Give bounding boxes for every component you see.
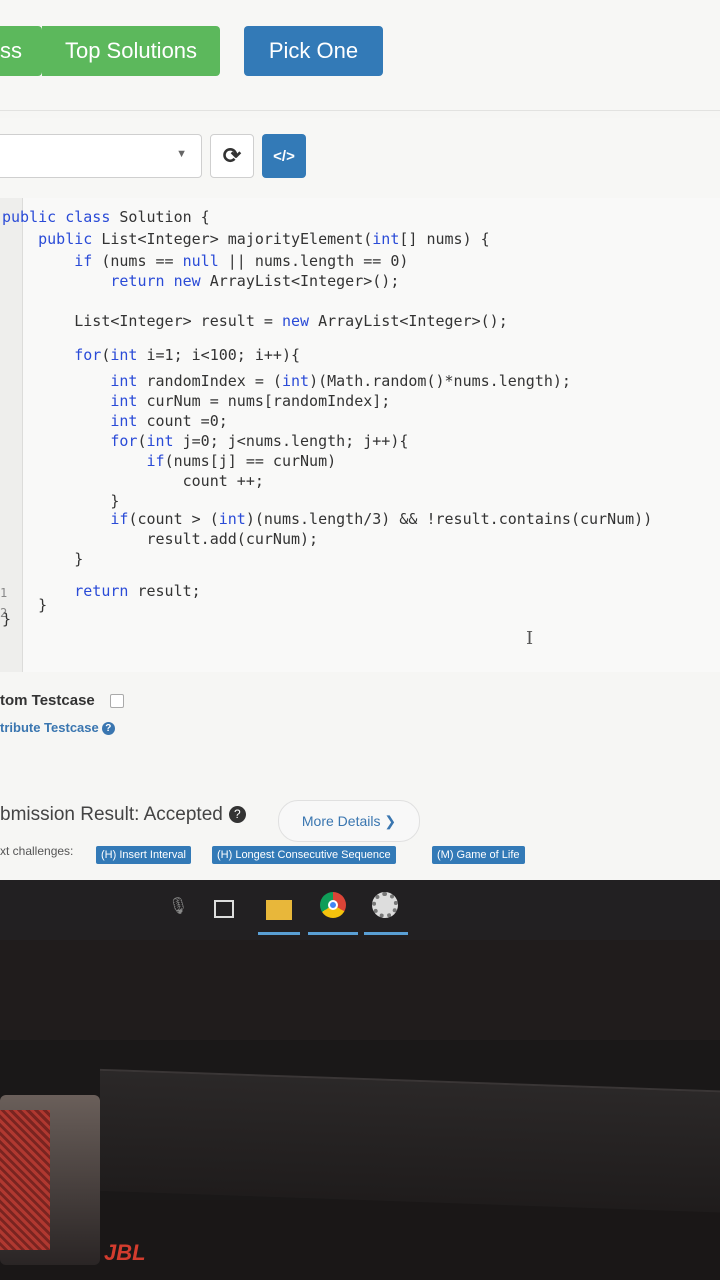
- partial-green-button[interactable]: ss: [0, 26, 42, 76]
- contribute-testcase-label: tribute Testcase: [0, 720, 99, 735]
- code-line[interactable]: result.add(curNum);: [2, 530, 318, 548]
- help-icon[interactable]: ?: [101, 722, 115, 736]
- language-select[interactable]: ▼: [0, 134, 202, 178]
- speaker-bar: [100, 1068, 720, 1214]
- active-app-indicator: [364, 932, 408, 935]
- code-line[interactable]: if(count > (int)(nums.length/3) && !resu…: [2, 510, 652, 528]
- active-app-indicator: [308, 932, 358, 935]
- code-line[interactable]: int randomIndex = (int)(Math.random()*nu…: [2, 372, 571, 390]
- challenge-tag[interactable]: (H) Longest Consecutive Sequence: [212, 846, 396, 864]
- code-line[interactable]: for(int j=0; j<nums.length; j++){: [2, 432, 408, 450]
- submission-result-text: bmission Result: Accepted: [0, 804, 223, 825]
- jbl-logo: JBL: [104, 1240, 146, 1265]
- code-line[interactable]: for(int i=1; i<100; i++){: [2, 346, 300, 364]
- help-icon[interactable]: ?: [228, 806, 246, 824]
- code-editor[interactable]: 1 2 public class Solution { public List<…: [0, 198, 720, 672]
- code-line[interactable]: int curNum = nums[randomIndex];: [2, 392, 390, 410]
- code-line[interactable]: count ++;: [2, 472, 264, 490]
- monitor-screen: ss Top Solutions Pick One ▼ ⟳ </> 1 2 pu…: [0, 0, 720, 880]
- chrome-icon[interactable]: [320, 892, 346, 918]
- code-line[interactable]: public class Solution {: [2, 208, 210, 226]
- folder-icon[interactable]: [266, 900, 292, 920]
- next-challenges-label: xt challenges:: [0, 844, 74, 858]
- code-line[interactable]: if(nums[j] == curNum): [2, 452, 337, 470]
- code-line[interactable]: }: [2, 550, 83, 568]
- refresh-icon: ⟳: [222, 143, 242, 168]
- code-line[interactable]: }: [2, 492, 119, 510]
- code-line[interactable]: int count =0;: [2, 412, 227, 430]
- refresh-button[interactable]: ⟳: [210, 134, 254, 178]
- code-line[interactable]: if (nums == null || nums.length == 0): [2, 252, 408, 270]
- code-line[interactable]: }: [2, 610, 11, 628]
- os-taskbar: 🎙: [0, 880, 720, 940]
- code-line[interactable]: return new ArrayList<Integer>();: [2, 272, 399, 290]
- submission-result: bmission Result: Accepted?: [0, 804, 246, 826]
- text-cursor-icon: I: [526, 628, 534, 649]
- monitor-bezel: [0, 940, 720, 1040]
- contribute-testcase-link[interactable]: tribute Testcase?: [0, 720, 115, 736]
- code-icon: </>: [273, 147, 295, 165]
- code-view-button[interactable]: </>: [262, 134, 306, 178]
- task-view-icon[interactable]: [214, 900, 234, 918]
- top-solutions-button[interactable]: Top Solutions: [42, 26, 220, 76]
- problem-header: ss Top Solutions Pick One: [0, 0, 720, 111]
- code-line[interactable]: List<Integer> result = new ArrayList<Int…: [2, 312, 508, 330]
- submission-panel: tom Testcase tribute Testcase? bmission …: [0, 672, 720, 880]
- active-app-indicator: [258, 932, 300, 935]
- more-details-button[interactable]: More Details ❯: [278, 800, 420, 842]
- challenge-tag[interactable]: (H) Insert Interval: [96, 846, 191, 864]
- custom-testcase-checkbox[interactable]: [110, 694, 124, 708]
- pick-one-button[interactable]: Pick One: [244, 26, 383, 76]
- code-line[interactable]: public List<Integer> majorityElement(int…: [2, 230, 490, 248]
- editor-toolbar: ▼ ⟳ </>: [0, 118, 720, 198]
- chevron-down-icon: ▼: [176, 148, 187, 160]
- settings-gear-icon[interactable]: [372, 892, 398, 918]
- microphone-icon[interactable]: 🎙: [168, 896, 194, 922]
- custom-testcase-label: tom Testcase: [0, 692, 95, 709]
- challenge-tag[interactable]: (M) Game of Life: [432, 846, 525, 864]
- speaker-grille: [0, 1110, 50, 1250]
